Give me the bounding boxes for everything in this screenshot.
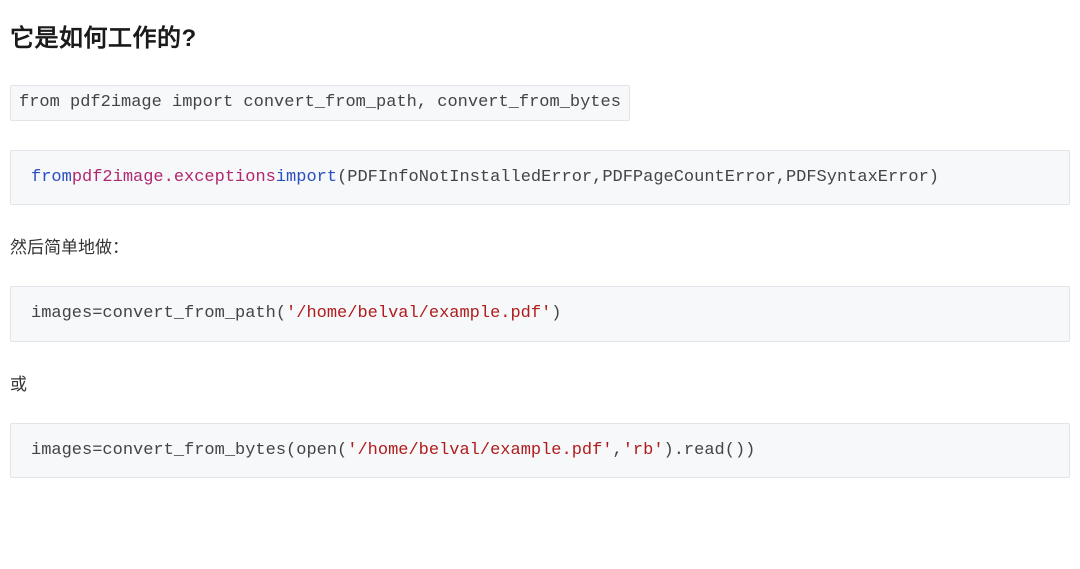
code-suffix: ) <box>551 304 561 323</box>
document-content: 它是如何工作的? from pdf2image import convert_f… <box>10 18 1070 478</box>
code-block-convert-path: images=convert_from_path('/home/belval/e… <box>10 286 1070 342</box>
code-prefix: images=convert_from_bytes(open( <box>31 441 347 460</box>
section-heading: 它是如何工作的? <box>10 18 1070 53</box>
code-string: '/home/belval/example.pdf' <box>286 304 551 323</box>
code-block-convert-bytes: images=convert_from_bytes(open('/home/be… <box>10 423 1070 479</box>
code-rest: (PDFInfoNotInstalledError,PDFPageCountEr… <box>337 168 939 187</box>
code-suffix: ).read()) <box>664 441 756 460</box>
code-mid: , <box>613 441 623 460</box>
code-string-mode: 'rb' <box>623 441 664 460</box>
code-string-path: '/home/belval/example.pdf' <box>347 441 612 460</box>
paragraph-or: 或 <box>10 370 1070 395</box>
code-keyword-import: import <box>276 168 337 187</box>
code-block-import-exceptions: frompdf2image.exceptionsimport(PDFInfoNo… <box>10 150 1070 206</box>
code-line: from pdf2image import convert_from_path,… <box>19 93 621 112</box>
code-prefix: images=convert_from_path( <box>31 304 286 323</box>
paragraph-then: 然后简单地做： <box>10 233 1070 258</box>
code-block-import-convert: from pdf2image import convert_from_path,… <box>10 85 630 121</box>
code-module: pdf2image.exceptions <box>72 168 276 187</box>
code-keyword-from: from <box>31 168 72 187</box>
